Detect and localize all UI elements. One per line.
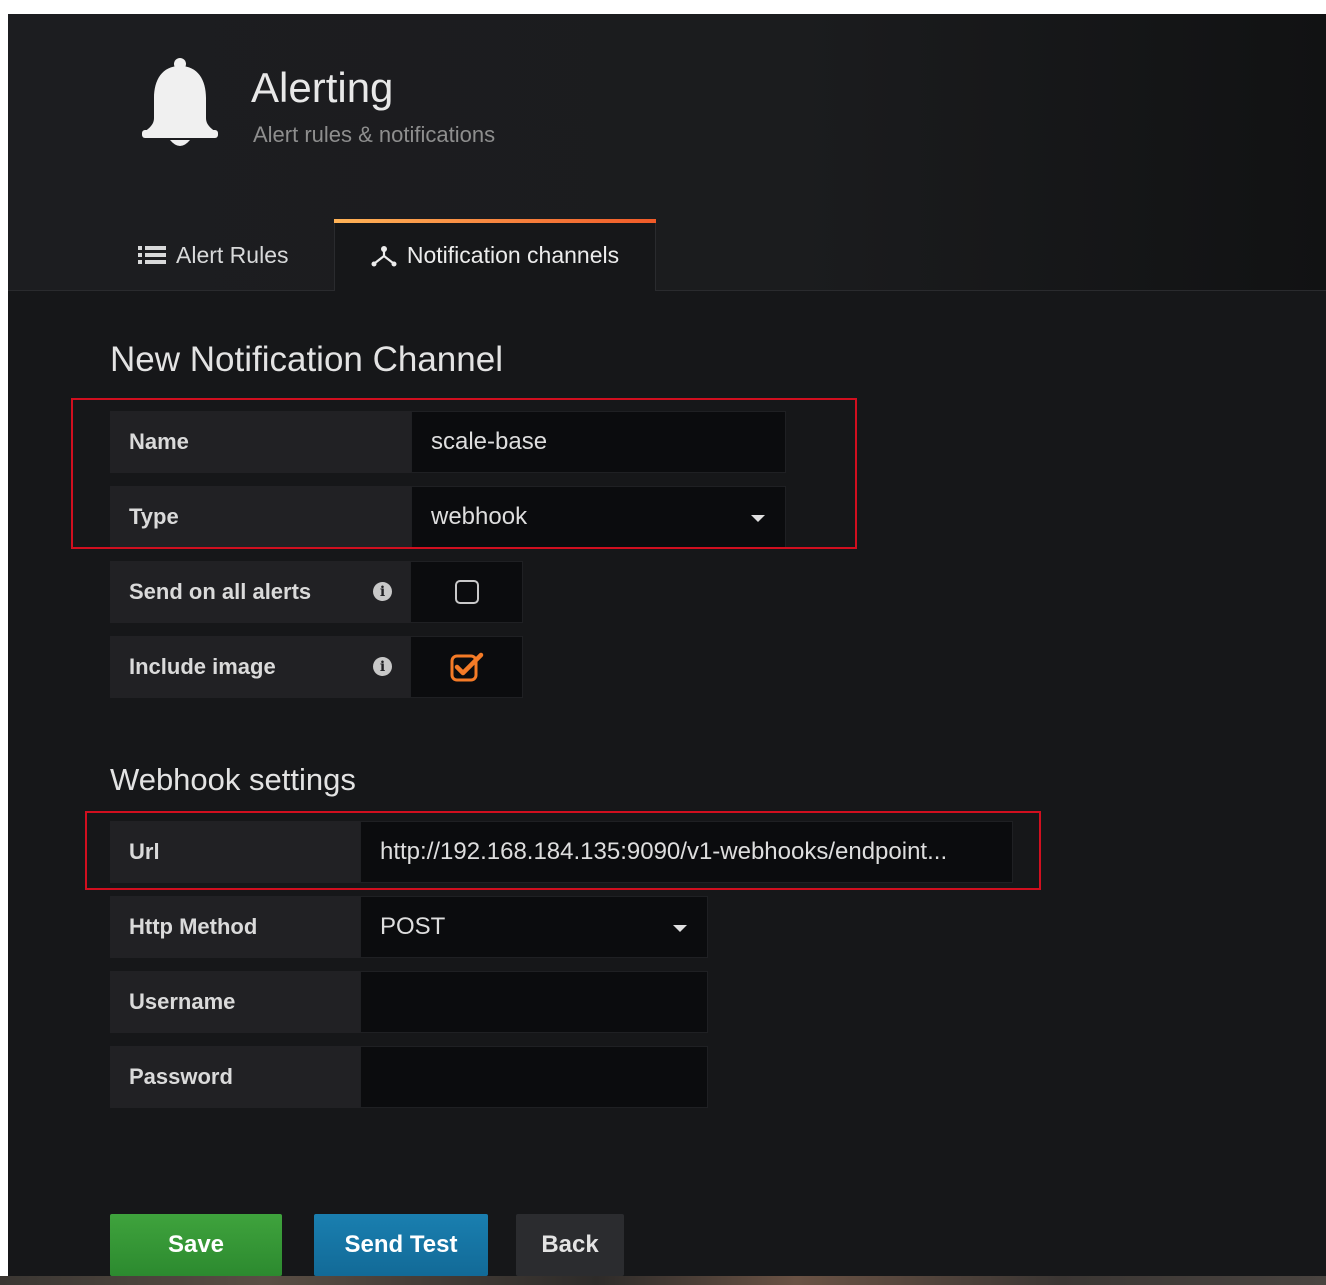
background-strip — [0, 1276, 1326, 1285]
bell-icon — [142, 58, 218, 146]
send-test-button[interactable]: Send Test — [314, 1214, 488, 1276]
http-method-value: POST — [380, 913, 446, 940]
send-on-all-alerts-checkbox-cell[interactable] — [410, 561, 523, 623]
list-icon — [138, 246, 166, 264]
send-on-all-alerts-text: Send on all alerts — [129, 579, 312, 604]
webhook-settings-title: Webhook settings — [110, 762, 356, 797]
send-on-all-alerts-row: Send on all alerts i — [110, 561, 523, 623]
password-input[interactable] — [360, 1046, 708, 1108]
sitemap-icon — [371, 245, 397, 266]
page-header: Alerting Alert rules & notifications Ale… — [8, 14, 1326, 291]
highlight-box — [71, 398, 857, 549]
tab-alert-rules[interactable]: Alert Rules — [136, 219, 288, 291]
include-image-row: Include image i — [110, 636, 523, 698]
page-subtitle: Alert rules & notifications — [253, 122, 496, 147]
send-on-all-alerts-checkbox[interactable] — [454, 580, 479, 604]
include-image-checkbox-cell[interactable] — [410, 636, 523, 698]
include-image-label: Include image i — [110, 636, 410, 698]
tab-notification-channels-label: Notification channels — [406, 242, 620, 268]
username-row: Username — [110, 971, 708, 1033]
info-icon[interactable]: i — [373, 582, 392, 601]
password-label: Password — [110, 1046, 360, 1108]
save-button[interactable]: Save — [110, 1214, 282, 1276]
info-icon[interactable]: i — [373, 657, 392, 676]
http-method-label: Http Method — [110, 896, 360, 958]
http-method-select[interactable]: POST — [360, 896, 708, 958]
checked-checkbox-icon[interactable] — [450, 652, 484, 682]
back-button[interactable]: Back — [516, 1214, 624, 1276]
form-title: New Notification Channel — [110, 340, 503, 379]
app-frame: Alerting Alert rules & notifications Ale… — [8, 14, 1326, 1280]
http-method-row: Http Method POST — [110, 896, 708, 958]
tab-notification-channels[interactable]: Notification channels — [334, 219, 656, 291]
username-label: Username — [110, 971, 360, 1033]
page-title: Alerting — [251, 64, 394, 111]
include-image-text: Include image — [129, 654, 276, 679]
highlight-box — [85, 811, 1041, 890]
tab-alert-rules-label: Alert Rules — [176, 241, 289, 268]
caret-down-icon — [673, 925, 687, 932]
password-row: Password — [110, 1046, 708, 1108]
send-on-all-alerts-label: Send on all alerts i — [110, 561, 410, 623]
username-input[interactable] — [360, 971, 708, 1033]
